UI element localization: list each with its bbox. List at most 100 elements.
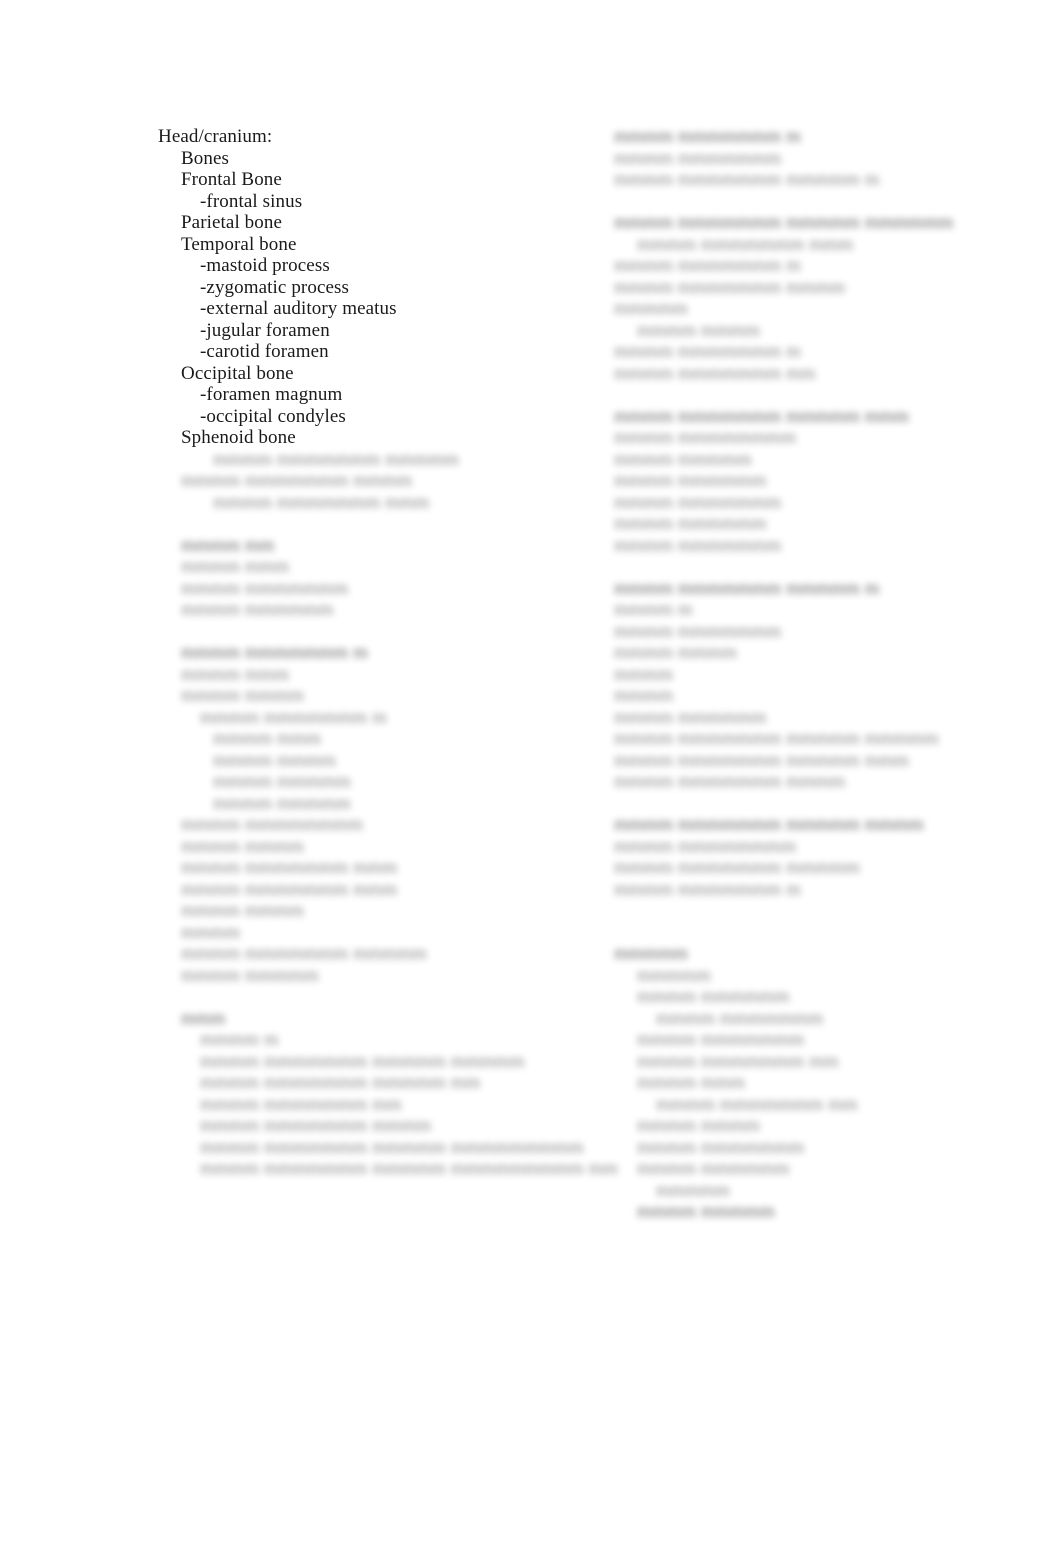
- blurred-outline-line: mmmmm: [656, 1179, 730, 1201]
- blurred-outline-line: mmmm mmmmmmm: [614, 491, 782, 513]
- blurred-outline-line: mmmm mmmmmmm mmmmm mm: [200, 1072, 481, 1093]
- blurred-outline-line: mmmm mmmmmmm mmmmm mmm: [614, 749, 910, 771]
- blurred-outline-line: mmmm mmmmmm: [181, 599, 334, 620]
- blurred-outline-line: mmmm mmmmmmmm: [614, 835, 797, 857]
- blurred-outline-line: mmmm: [614, 663, 674, 685]
- blurred-outline-line: mmmm mmmmmmm mmmm: [614, 276, 846, 298]
- blurred-outline-line: mmmm mmmmmmm mm: [200, 1093, 402, 1115]
- outline-line: Temporal bone: [181, 233, 297, 255]
- blurred-outline-line: mmmmm: [637, 964, 711, 986]
- outline-line: Sphenoid bone: [181, 427, 296, 448]
- blurred-outline-line: mmmm mmmmmmm mmmmm: [614, 857, 860, 878]
- outline-gap: [158, 621, 578, 643]
- blurred-outline-line: mmmm mmmmmmm mmm: [213, 491, 430, 513]
- outline-line: -carotid foramen: [200, 341, 329, 362]
- blurred-outline-line: mmmm mmmm: [637, 319, 760, 341]
- blurred-outline-line: mmmm mmm: [181, 663, 290, 685]
- blurred-outline-line: mmmm mmmm: [181, 900, 304, 921]
- outline-gap: [158, 513, 578, 535]
- blurred-outline-line: mmmm mmmmmmm: [614, 147, 782, 169]
- blurred-outline-line: mmmm mmmm: [213, 749, 336, 771]
- blurred-outline-line: mmmm mmmmmm: [614, 706, 767, 728]
- outline-gap: [614, 191, 954, 213]
- left-column-content: Head/cranium: Bones Frontal Bone -frontal s…: [158, 126, 619, 1180]
- right-column-content: mmmm mmmmmmm m mmmm mmmmmmm mmmm mmmmmmm m…: [614, 126, 954, 1223]
- blurred-outline-line: mmmm mmmmmmm mmm: [181, 857, 398, 878]
- blurred-outline-line: mmmm mm: [181, 534, 275, 556]
- blurred-outline-line: mmmm mmmmmmm mm: [614, 362, 816, 384]
- outline-gap: [158, 986, 578, 1008]
- blurred-outline-line: mmmm mmmmmm: [614, 470, 767, 491]
- blurred-outline-line: mmmm mmmmmmm: [614, 534, 782, 556]
- blurred-outline-line: mmmm mmmmmmm mmmm: [200, 1115, 432, 1136]
- blurred-outline-line: mmmm mmmmmmm m: [614, 878, 801, 900]
- blurred-outline-line: mmmm mmmmmmm mmmmm: [213, 448, 459, 470]
- outline-line: -occipital condyles: [200, 405, 346, 427]
- blurred-outline-line: mmmm mmmmmmm m: [614, 255, 801, 276]
- blurred-outline-left: mmmm mmmmmmm mmmmm mmmm mmmmmmm mmmm mmmm …: [158, 448, 619, 1180]
- blurred-outline-line: mmmm mmmm: [614, 642, 737, 663]
- blurred-outline-line: mmmm mmmmmmm mmmmm mmmmmmmmm mm: [200, 1158, 619, 1179]
- blurred-outline-line: mmmm mmmm: [637, 1115, 760, 1136]
- blurred-outline-line: mmmm mmm: [637, 1072, 746, 1093]
- blurred-outline-line: mmmm mmmm: [181, 685, 304, 706]
- document-page: Head/cranium: Bones Frontal Bone -frontal s…: [0, 0, 1062, 1561]
- blurred-outline-line: mmmm mmmmmmm mmmmm mmmmm: [614, 728, 939, 749]
- blurred-outline-line: mmm: [181, 1007, 226, 1029]
- blurred-outline-line: mmmm: [181, 921, 241, 943]
- blurred-outline-line: mmmm mmmmmmm: [656, 1007, 824, 1029]
- blurred-outline-line: mmmm mmmmmmm: [637, 1136, 805, 1158]
- outline-line: Parietal bone: [181, 212, 283, 233]
- outline-line: -external auditory meatus: [200, 298, 397, 319]
- outline-line: Bones: [181, 147, 229, 169]
- blurred-outline-line: mmmm mmmmm: [213, 771, 351, 792]
- blurred-outline-line: mmmmm: [614, 943, 688, 964]
- blurred-outline-line: mmmm mmmmmmm m: [614, 341, 801, 362]
- outline-gap: [614, 922, 954, 944]
- blurred-outline-line: mmmm mmmmmmm mmmmm: [181, 943, 427, 964]
- outline-line: -zygomatic process: [200, 276, 349, 298]
- blurred-outline-line: mmmm mmmmmmm mmmmm mmmmmmmmm: [200, 1136, 584, 1158]
- outline-line: -foramen magnum: [200, 384, 343, 405]
- blurred-outline-line: mmmm m: [614, 599, 693, 620]
- outline-line: Head/cranium:: [158, 126, 273, 147]
- blurred-outline-line: mmmm mmmmmmm: [614, 620, 782, 642]
- blurred-outline-line: mmmm mmmmmm: [637, 986, 790, 1007]
- blurred-outline-line: mmmm mmmmmmm mmmmm mmmmm: [200, 1050, 525, 1072]
- blurred-outline-line: mmmm: [614, 685, 674, 706]
- blurred-outline-right: mmmm mmmmmmm m mmmm mmmmmmm mmmm mmmmmmm m…: [614, 126, 954, 1223]
- legible-outline-left: Head/cranium: Bones Frontal Bone -frontal s…: [158, 126, 578, 449]
- blurred-outline-line: mmmm mmmmmmm mmmmm mmm: [614, 405, 910, 427]
- blurred-outline-line: mmmm mmmmmmmm: [181, 814, 364, 835]
- blurred-outline-line: mmmm mmmmmm: [637, 1158, 790, 1179]
- outline-gap: [614, 556, 954, 578]
- blurred-outline-line: mmmm mmmmm: [637, 1201, 775, 1222]
- outline-line: Frontal Bone: [181, 169, 282, 190]
- outline-gap: [614, 384, 954, 406]
- blurred-outline-line: mmmm mmmmmmm m: [200, 706, 387, 728]
- blurred-outline-line: mmmm mmmmmmm mmmmm m: [614, 169, 880, 190]
- blurred-outline-line: mmmm mmm: [213, 728, 322, 749]
- blurred-outline-line: mmmm mmmmmmm mmmmm mmmm: [614, 814, 924, 835]
- blurred-outline-line: mmmm mmmm: [181, 835, 304, 857]
- blurred-outline-line: mmmm mmmmmm: [614, 513, 767, 534]
- blurred-outline-line: mmmm mmmmmmm mmm: [637, 233, 854, 255]
- blurred-outline-line: mmmm mmmmmmm: [637, 1029, 805, 1050]
- blurred-outline-line: mmmm mmmmmmmm: [614, 427, 797, 448]
- blurred-outline-line: mmmm mmmmmmm mm: [656, 1093, 858, 1115]
- blurred-outline-line: mmmm mmmmmmm mmmm: [181, 470, 413, 491]
- blurred-outline-line: mmmm mmmmm: [614, 448, 752, 470]
- outline-gap: [614, 900, 954, 922]
- blurred-outline-line: mmmm mmmmmmm mmmmm mmmmmm: [614, 212, 954, 233]
- blurred-outline-line: mmmmm: [614, 298, 688, 319]
- blurred-outline-line: mmmm mmmmmmm: [181, 577, 349, 599]
- outline-line: -mastoid process: [200, 255, 330, 276]
- outline-gap: [614, 793, 954, 815]
- blurred-outline-line: mmmm mmmmmmm mmmmm m: [614, 577, 880, 599]
- blurred-outline-line: mmmm mmm: [181, 556, 290, 577]
- blurred-outline-line: mmmm m: [200, 1029, 279, 1050]
- outline-line: -jugular foramen: [200, 319, 330, 341]
- blurred-outline-line: mmmm mmmmmmm mm: [637, 1050, 839, 1072]
- blurred-outline-line: mmmm mmmmm: [213, 792, 351, 814]
- blurred-outline-line: mmmm mmmmmmm m: [614, 126, 801, 147]
